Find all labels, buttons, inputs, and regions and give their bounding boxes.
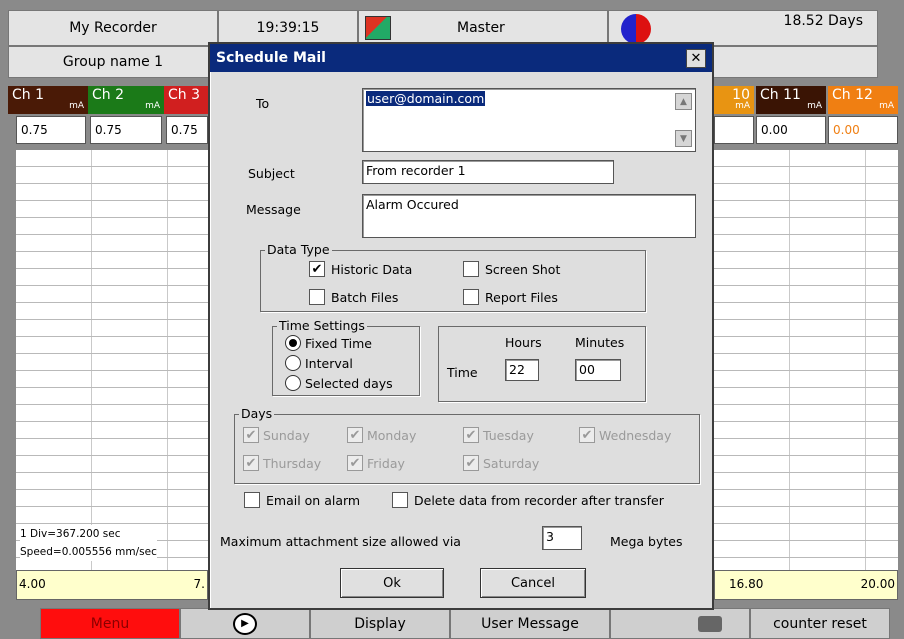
master-box: Master (358, 10, 608, 46)
days-group: Days ✔ Sunday ✔ Monday ✔ Tuesday ✔ Wednesday… (234, 406, 700, 484)
chart-area-left (16, 150, 208, 570)
time-box: Hours Minutes Time 22 00 (438, 326, 646, 402)
close-icon: ✕ (690, 51, 702, 66)
channel-1-value: 0.75 (16, 116, 86, 144)
monday-checkbox[interactable]: ✔ Monday (347, 427, 416, 443)
data-type-title: Data Type (265, 242, 332, 257)
wednesday-checkbox[interactable]: ✔ Wednesday (579, 427, 671, 443)
friday-checkbox[interactable]: ✔ Friday (347, 455, 405, 471)
chart-div-info: 1 Div=367.200 sec Speed=0.005556 mm/sec (20, 525, 157, 561)
channel-1-header[interactable]: Ch 1 mA (8, 86, 88, 114)
data-type-group: Data Type ✔ Historic Data Screen Shot Bat… (260, 242, 646, 312)
saturday-checkbox[interactable]: ✔ Saturday (463, 455, 539, 471)
status-box: 18.52 Days (608, 10, 878, 46)
historic-data-check-icon: ✔ (309, 261, 325, 277)
time-label: Time (447, 365, 478, 380)
play-button[interactable]: ▶ (180, 608, 310, 639)
group-name: Group name 1 (8, 46, 218, 78)
user-message-button[interactable]: User Message (450, 608, 610, 639)
ok-button[interactable]: Ok (340, 568, 444, 598)
minutes-label: Minutes (575, 335, 625, 350)
selected-days-radio[interactable]: Selected days (285, 375, 393, 391)
message-label: Message (246, 202, 301, 217)
recorder-name: My Recorder (8, 10, 218, 46)
report-files-checkbox[interactable]: Report Files (463, 289, 558, 305)
camera-icon (698, 615, 722, 632)
channel-3-header[interactable]: Ch 3 (164, 86, 208, 114)
scroll-up-icon: ▲ (680, 96, 687, 107)
screen-shot-checkbox[interactable]: Screen Shot (463, 261, 560, 277)
tuesday-checkbox[interactable]: ✔ Tuesday (463, 427, 534, 443)
counter-reset-button[interactable]: counter reset (750, 608, 890, 639)
max-attachment-label: Maximum attachment size allowed via (220, 534, 461, 549)
to-field[interactable]: user@domain.com ▲ ▼ (362, 88, 696, 152)
interval-radio[interactable]: Interval (285, 355, 353, 371)
thursday-checkbox[interactable]: ✔ Thursday (243, 455, 321, 471)
fixed-time-radio[interactable]: Fixed Time (285, 335, 372, 351)
play-icon: ▶ (233, 612, 257, 635)
to-value: user@domain.com (366, 91, 486, 106)
scroll-down-icon: ▼ (680, 133, 687, 144)
channel-10-header[interactable]: 10 mA (714, 86, 754, 114)
channel-12-header[interactable]: Ch 12 mA (828, 86, 898, 114)
mega-bytes-label: Mega bytes (610, 534, 683, 549)
channel-3-value: 0.75 (166, 116, 208, 144)
max-attachment-input[interactable]: 3 (542, 526, 582, 550)
dialog-title: Schedule Mail (216, 50, 326, 66)
scale-bar-left: 4.00 7. (16, 570, 208, 600)
menu-button[interactable]: Menu (40, 608, 180, 639)
chart-area-right (714, 150, 898, 570)
channel-11-value: 0.00 (756, 116, 826, 144)
message-field[interactable]: Alarm Occured (362, 194, 696, 238)
delete-data-checkbox[interactable]: Delete data from recorder after transfer (392, 492, 664, 508)
scroll-up-button[interactable]: ▲ (675, 93, 692, 110)
minutes-input[interactable]: 00 (575, 359, 621, 381)
days-title: Days (239, 406, 275, 421)
camera-button[interactable] (610, 608, 750, 639)
channel-11-header[interactable]: Ch 11 mA (756, 86, 826, 114)
scroll-down-button[interactable]: ▼ (675, 130, 692, 147)
schedule-mail-dialog: Schedule Mail ✕ To user@domain.com ▲ ▼ S… (208, 42, 714, 610)
hours-input[interactable]: 22 (505, 359, 539, 381)
to-label: To (256, 96, 270, 111)
display-button[interactable]: Display (310, 608, 450, 639)
email-on-alarm-checkbox[interactable]: Email on alarm (244, 492, 360, 508)
channel-2-value: 0.75 (90, 116, 162, 144)
channel-2-header[interactable]: Ch 2 mA (88, 86, 164, 114)
close-button[interactable]: ✕ (686, 49, 706, 68)
pie-status-icon (621, 14, 651, 44)
hours-label: Hours (505, 335, 542, 350)
flag-icon (365, 16, 391, 40)
subject-label: Subject (248, 166, 295, 181)
channel-12-value: 0.00 (828, 116, 898, 144)
subject-field[interactable]: From recorder 1 (362, 160, 614, 184)
time-settings-group: Time Settings Fixed Time Interval Select… (272, 318, 420, 396)
channel-10-value (714, 116, 754, 144)
historic-data-checkbox[interactable]: ✔ Historic Data (309, 261, 412, 277)
sunday-checkbox[interactable]: ✔ Sunday (243, 427, 310, 443)
time-settings-title: Time Settings (277, 318, 367, 333)
recorder-time: 19:39:15 (218, 10, 358, 46)
cancel-button[interactable]: Cancel (480, 568, 586, 598)
batch-files-checkbox[interactable]: Batch Files (309, 289, 398, 305)
dialog-titlebar: Schedule Mail ✕ (210, 44, 712, 72)
scale-bar-right: 16.80 20.00 (714, 570, 898, 600)
